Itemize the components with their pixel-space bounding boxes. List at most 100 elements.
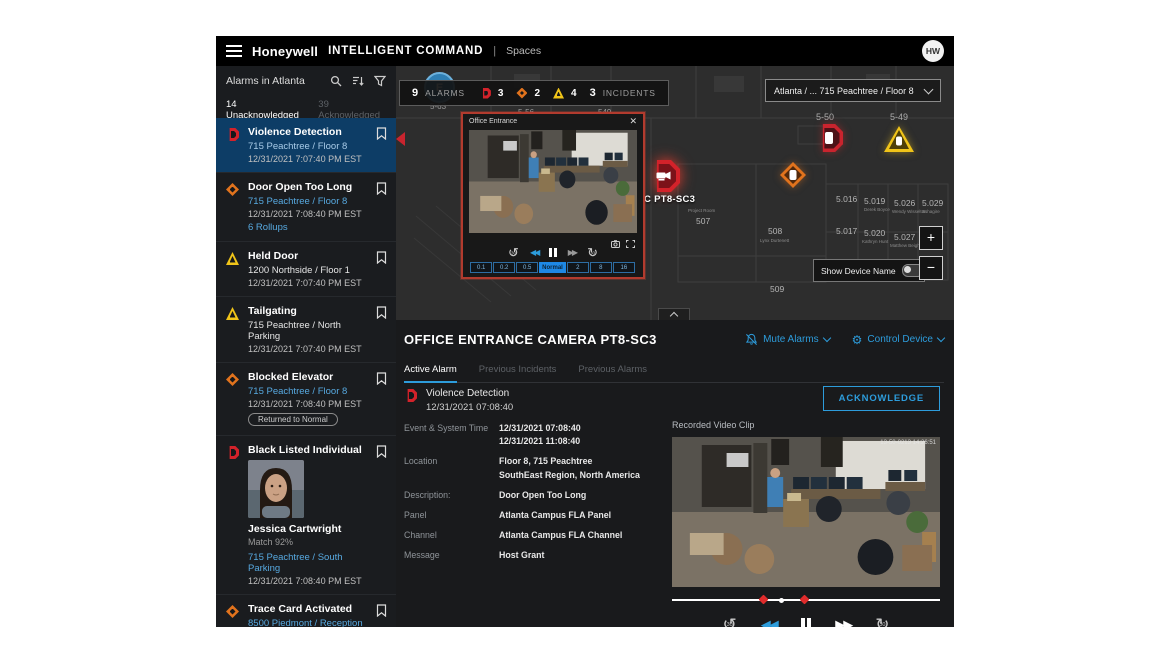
camera-marker-pt8-sc3[interactable] bbox=[648, 160, 680, 192]
yellow-triangle-icon bbox=[553, 88, 564, 99]
bookmark-icon[interactable] bbox=[376, 127, 387, 145]
speed-16[interactable]: 16 bbox=[613, 262, 635, 273]
top-bar: Honeywell INTELLIGENT COMMAND | Spaces H… bbox=[216, 36, 954, 66]
skip-back-30-icon[interactable]: ↺30 bbox=[508, 246, 519, 259]
skip-forward-30-icon[interactable]: ↻30 bbox=[587, 246, 598, 259]
orange-diamond-icon bbox=[226, 605, 239, 618]
filter-icon[interactable] bbox=[374, 75, 386, 87]
bookmark-icon[interactable] bbox=[376, 182, 387, 200]
skip-forward-30-icon[interactable]: ↻30 bbox=[875, 616, 889, 627]
room-occupant: Schagire bbox=[922, 209, 940, 214]
device-title: OFFICE ENTRANCE CAMERA PT8-SC3 bbox=[404, 332, 723, 347]
speed-normal[interactable]: Normal bbox=[539, 262, 566, 273]
close-icon[interactable]: ✕ bbox=[629, 117, 637, 126]
fast-forward-icon[interactable]: ▶▶ bbox=[568, 248, 576, 257]
video-timestamp-overlay: 13-50-0213 14:26:51 bbox=[880, 440, 936, 446]
recorded-video-frame[interactable]: 13-50-0213 14:26:51 bbox=[672, 437, 940, 587]
alarm-item-violence-detection[interactable]: Violence Detection 715 Peachtree / Floor… bbox=[216, 118, 396, 173]
map-marker-orange-diamond[interactable] bbox=[780, 162, 806, 188]
red-hexagon-icon bbox=[480, 88, 491, 99]
zoom-out-button[interactable]: − bbox=[919, 256, 943, 280]
chevron-down-icon bbox=[822, 334, 830, 342]
tab-previous-incidents[interactable]: Previous Incidents bbox=[479, 360, 557, 382]
triangle-count: 4 bbox=[571, 88, 577, 99]
bookmark-icon[interactable] bbox=[376, 372, 387, 390]
speed-2[interactable]: 2 bbox=[567, 262, 589, 273]
mute-alarms-button[interactable]: Mute Alarms bbox=[745, 333, 830, 346]
field-row: Event & System Time 12/31/2021 07:08:401… bbox=[404, 422, 666, 448]
floor-plan-map[interactable]: E 5-63 5-56 549 5-50 5-49 9 ALARMS 3 2 4… bbox=[396, 66, 954, 320]
alarm-title: Black Listed Individual bbox=[248, 444, 370, 456]
active-alarm-title: Violence Detection bbox=[426, 388, 513, 399]
field-row: Location Floor 8, 715 PeachtreeSouthEast… bbox=[404, 455, 666, 481]
bookmark-icon[interactable] bbox=[376, 604, 387, 622]
alarm-item-black-listed-individual[interactable]: Black Listed Individual Jessica Cartwrig… bbox=[216, 436, 396, 595]
alarm-location-link[interactable]: 715 Peachtree / Floor 8 bbox=[248, 196, 370, 207]
sort-icon[interactable] bbox=[352, 75, 364, 87]
alarm-item-tailgating[interactable]: Tailgating 715 Peachtree / North Parking… bbox=[216, 297, 396, 363]
topbar-divider: | bbox=[493, 45, 496, 57]
alarm-sidebar: Alarms in Atlanta 14 Unacknowledged 39 A… bbox=[216, 66, 396, 627]
pause-icon[interactable] bbox=[549, 248, 557, 257]
alarm-title: Door Open Too Long bbox=[248, 181, 370, 193]
room-occupant-508: Lynx Durtenett bbox=[760, 238, 789, 243]
bookmark-icon[interactable] bbox=[376, 306, 387, 324]
rewind-icon[interactable]: ◀◀ bbox=[530, 248, 538, 257]
field-row: Message Host Grant bbox=[404, 549, 666, 562]
alarm-item-blocked-elevator[interactable]: Blocked Elevator 715 Peachtree / Floor 8… bbox=[216, 363, 396, 436]
active-alarm-row: Violence Detection 12/31/2021 07:08:40 bbox=[404, 388, 513, 413]
tab-previous-alarms[interactable]: Previous Alarms bbox=[578, 360, 647, 382]
alarm-location[interactable]: 715 Peachtree / Floor 8 bbox=[248, 141, 370, 152]
speed-0.1[interactable]: 0.1 bbox=[470, 262, 492, 273]
bookmark-icon[interactable] bbox=[376, 251, 387, 269]
rewind-icon[interactable]: ◀◀ bbox=[761, 617, 777, 628]
event-marker[interactable] bbox=[799, 595, 809, 605]
pause-icon[interactable] bbox=[801, 618, 812, 628]
zoom-in-button[interactable]: + bbox=[919, 226, 943, 250]
alarm-title: Tailgating bbox=[248, 305, 370, 317]
alarms-count: 9 bbox=[412, 87, 418, 99]
field-label: Event & System Time bbox=[404, 422, 499, 448]
orange-diamond-icon bbox=[226, 183, 239, 196]
acknowledge-button[interactable]: ACKNOWLEDGE bbox=[823, 386, 940, 411]
room-number: 5.029 bbox=[922, 198, 943, 208]
menu-icon[interactable] bbox=[226, 45, 242, 57]
field-value: Atlanta Campus FLA Channel bbox=[499, 529, 622, 542]
collapse-panel-button[interactable] bbox=[658, 308, 690, 320]
alarm-item-trace-card-activated[interactable]: Trace Card Activated 8500 Piedmont / Rec… bbox=[216, 595, 396, 627]
field-row: Description: Door Open Too Long bbox=[404, 489, 666, 502]
search-icon[interactable] bbox=[330, 75, 342, 87]
alarm-list: Violence Detection 715 Peachtree / Floor… bbox=[216, 118, 396, 627]
alarm-location-link[interactable]: 715 Peachtree / South Parking bbox=[248, 552, 370, 574]
alarm-location-link[interactable]: 8500 Piedmont / Reception bbox=[248, 618, 370, 627]
tab-active-alarm[interactable]: Active Alarm bbox=[404, 360, 457, 382]
skip-back-30-icon[interactable]: ↺30 bbox=[723, 616, 737, 627]
alarm-summary-bar: 9 ALARMS 3 2 4 3 INCIDENTS bbox=[399, 80, 669, 106]
speed-0.5[interactable]: 0.5 bbox=[516, 262, 538, 273]
fast-forward-icon[interactable]: ▶▶ bbox=[835, 617, 851, 628]
alarm-location: 1200 Northside / Floor 1 bbox=[248, 265, 370, 276]
popup-speed-bar: 0.1 0.2 0.5 Normal 2 8 16 bbox=[463, 262, 643, 273]
bookmark-icon[interactable] bbox=[376, 445, 387, 463]
video-progress-bar[interactable] bbox=[672, 596, 940, 604]
map-marker-yellow-triangle[interactable] bbox=[884, 126, 914, 152]
map-marker-red-hexagon[interactable] bbox=[815, 124, 843, 152]
speed-0.2[interactable]: 0.2 bbox=[493, 262, 515, 273]
person-name: Jessica Cartwright bbox=[248, 523, 370, 535]
speed-8[interactable]: 8 bbox=[590, 262, 612, 273]
show-device-name-label: Show Device Name bbox=[821, 266, 896, 276]
alarm-item-door-open-too-long[interactable]: Door Open Too Long 715 Peachtree / Floor… bbox=[216, 173, 396, 242]
user-avatar[interactable]: HW bbox=[922, 40, 944, 62]
event-marker[interactable] bbox=[759, 595, 769, 605]
player-controls: ↺30 ◀◀ ▶▶ ↻30 bbox=[672, 616, 940, 627]
control-device-button[interactable]: ⚙ Control Device bbox=[852, 334, 944, 346]
alarm-item-held-door[interactable]: Held Door 1200 Northside / Floor 1 12/31… bbox=[216, 242, 396, 297]
playhead[interactable] bbox=[779, 598, 784, 603]
orange-diamond-icon bbox=[226, 373, 239, 386]
rollups-link[interactable]: 6 Rollups bbox=[248, 222, 370, 233]
location-selector[interactable]: Atlanta / ... 715 Peachtree / Floor 8 bbox=[765, 79, 941, 102]
alarm-location-link[interactable]: 715 Peachtree / Floor 8 bbox=[248, 386, 370, 397]
diamond-count: 2 bbox=[534, 88, 540, 99]
field-label: Message bbox=[404, 549, 499, 562]
field-label: Location bbox=[404, 455, 499, 481]
